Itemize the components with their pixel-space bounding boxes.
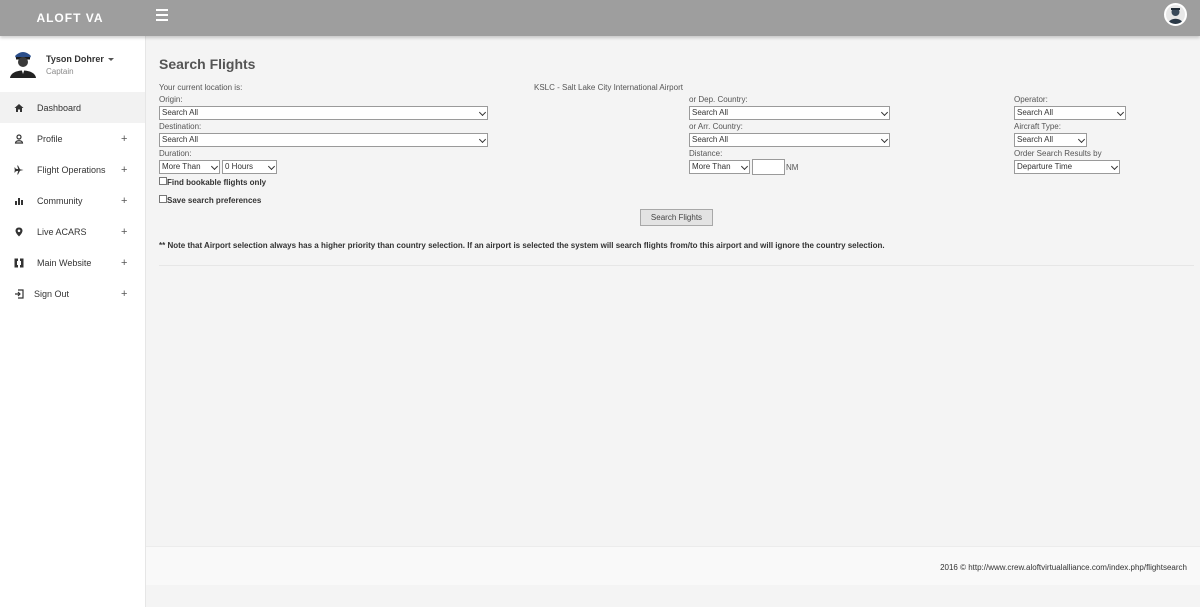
- top-navbar: ALOFT VA: [0, 0, 1200, 36]
- origin-select[interactable]: Search All: [159, 106, 488, 120]
- menu-toggle-icon[interactable]: [156, 9, 168, 21]
- user-name[interactable]: Tyson Dohrer: [46, 54, 114, 64]
- expand-icon[interactable]: +: [121, 133, 127, 145]
- content-divider: [159, 265, 1194, 266]
- origin-label: Origin:: [159, 95, 183, 104]
- user-rank: Captain: [46, 67, 74, 76]
- sidebar-item-sign-out[interactable]: Sign Out +: [0, 278, 145, 309]
- chevron-down-icon: [1116, 108, 1125, 117]
- chevron-down-icon: [1077, 135, 1086, 144]
- aircraft-type-select[interactable]: Search All: [1014, 133, 1087, 147]
- sidebar-item-label: Dashboard: [37, 102, 82, 113]
- chevron-down-icon: [1110, 162, 1119, 171]
- sidebar-item-profile[interactable]: Profile +: [0, 123, 145, 154]
- expand-icon[interactable]: +: [121, 226, 127, 238]
- search-flights-button[interactable]: Search Flights: [640, 209, 713, 226]
- brand-logo[interactable]: ALOFT VA: [0, 0, 146, 36]
- chevron-down-icon: [880, 135, 889, 144]
- expand-icon[interactable]: +: [121, 164, 127, 176]
- current-location-value: KSLC - Salt Lake City International Airp…: [534, 83, 683, 92]
- home-icon: [13, 102, 24, 113]
- sidebar-item-label: Profile: [37, 133, 63, 144]
- expand-icon[interactable]: +: [121, 195, 127, 207]
- save-prefs-label[interactable]: Save search preferences: [167, 196, 261, 205]
- sidebar-item-community[interactable]: Community +: [0, 185, 145, 216]
- sidebar-item-flight-operations[interactable]: Flight Operations +: [0, 154, 145, 185]
- map-marker-icon: [13, 226, 24, 237]
- chevron-down-icon: [478, 135, 487, 144]
- grid-icon: [13, 257, 24, 268]
- arr-country-select[interactable]: Search All: [689, 133, 890, 147]
- save-prefs-checkbox[interactable]: [159, 195, 167, 203]
- dep-country-label: or Dep. Country:: [689, 95, 748, 104]
- destination-label: Destination:: [159, 122, 202, 131]
- duration-hours-select[interactable]: 0 Hours: [222, 160, 277, 174]
- sidebar-item-label: Main Website: [37, 257, 92, 268]
- bar-chart-icon: [13, 195, 24, 206]
- duration-label: Duration:: [159, 149, 192, 158]
- bookable-checkbox[interactable]: [159, 177, 167, 185]
- footer: 2016 © http://www.crew.aloftvirtualallia…: [146, 546, 1200, 585]
- bookable-label[interactable]: Find bookable flights only: [167, 178, 266, 187]
- user-avatar[interactable]: [1164, 3, 1187, 26]
- sidebar-item-label: Sign Out: [34, 288, 70, 299]
- page-title: Search Flights: [159, 56, 256, 72]
- priority-note: ** Note that Airport selection always ha…: [159, 241, 885, 250]
- distance-label: Distance:: [689, 149, 723, 158]
- plane-icon: [13, 164, 24, 175]
- user-profile[interactable]: Tyson Dohrer Captain: [0, 36, 145, 92]
- pilot-avatar: [9, 48, 37, 78]
- arr-country-label: or Arr. Country:: [689, 122, 743, 131]
- sidebar-item-label: Flight Operations: [37, 164, 106, 175]
- dep-country-select[interactable]: Search All: [689, 106, 890, 120]
- user-icon: [13, 133, 24, 144]
- sidebar: Tyson Dohrer Captain Dashboard Profile +…: [0, 36, 146, 607]
- chevron-down-icon: [880, 108, 889, 117]
- aircraft-type-label: Aircraft Type:: [1014, 122, 1061, 131]
- sidebar-item-live-acars[interactable]: Live ACARS +: [0, 216, 145, 247]
- order-by-label: Order Search Results by: [1014, 149, 1102, 158]
- sidebar-item-label: Live ACARS: [37, 226, 87, 237]
- distance-input[interactable]: [752, 159, 785, 175]
- sidebar-item-label: Community: [37, 195, 83, 206]
- chevron-down-icon: [267, 162, 276, 171]
- expand-icon[interactable]: +: [121, 257, 127, 269]
- caret-down-icon: [107, 58, 114, 62]
- operator-select[interactable]: Search All: [1014, 106, 1126, 120]
- expand-icon[interactable]: +: [121, 288, 127, 300]
- distance-unit: NM: [786, 163, 799, 172]
- chevron-down-icon: [210, 162, 219, 171]
- distance-compare-select[interactable]: More Than: [689, 160, 750, 174]
- duration-compare-select[interactable]: More Than: [159, 160, 220, 174]
- sidebar-item-dashboard[interactable]: Dashboard: [0, 92, 145, 123]
- destination-select[interactable]: Search All: [159, 133, 488, 147]
- order-by-select[interactable]: Departure Time: [1014, 160, 1120, 174]
- sign-out-icon: [13, 288, 24, 299]
- sidebar-item-main-website[interactable]: Main Website +: [0, 247, 145, 278]
- chevron-down-icon: [478, 108, 487, 117]
- footer-text: 2016 © http://www.crew.aloftvirtualallia…: [940, 563, 1187, 572]
- chevron-down-icon: [740, 162, 749, 171]
- current-location-label: Your current location is:: [159, 83, 243, 92]
- operator-label: Operator:: [1014, 95, 1048, 104]
